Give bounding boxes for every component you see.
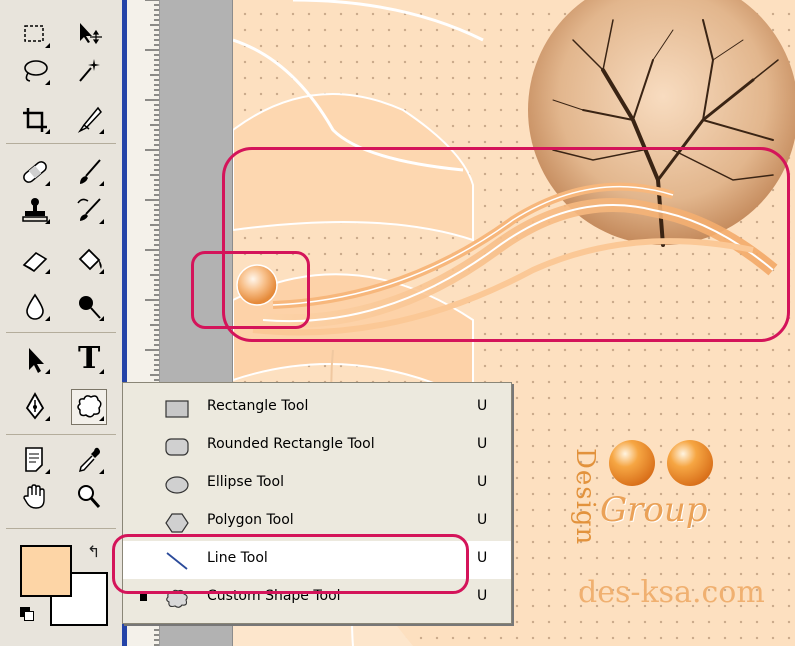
notes-tool[interactable]: [18, 443, 52, 477]
move-tool[interactable]: [72, 17, 106, 51]
eyedropper-tool[interactable]: [72, 443, 106, 477]
type-t-icon: T: [78, 341, 101, 376]
crop-tool[interactable]: [18, 103, 52, 137]
toolbox-separator: [6, 528, 116, 529]
slice-tool[interactable]: [72, 103, 106, 137]
menu-item-label: Rectangle Tool: [207, 398, 309, 414]
watermark-site-text: des-ksa.com: [578, 575, 765, 610]
magic-wand-icon: [79, 59, 100, 82]
toolbox: T ↰: [0, 0, 123, 646]
rectangle-shape-icon: [165, 400, 189, 418]
magic-wand-tool[interactable]: [72, 54, 106, 88]
swap-colors-icon[interactable]: ↰: [87, 542, 100, 561]
healing-brush-tool[interactable]: [18, 155, 52, 189]
menu-item-shortcut: U: [477, 550, 488, 566]
menu-item-shortcut: U: [477, 474, 488, 490]
menu-item-label: Ellipse Tool: [207, 474, 284, 490]
annotation-highlight-orb: [191, 251, 310, 329]
rectangular-marquee-tool[interactable]: [18, 17, 52, 51]
lasso-tool[interactable]: [18, 54, 52, 88]
toolbox-separator: [6, 143, 116, 144]
polygon-icon: [165, 513, 189, 533]
menu-item-ellipse-tool[interactable]: Ellipse Tool U: [123, 465, 511, 503]
watermark-group-text: Group: [600, 490, 708, 530]
menu-item-shortcut: U: [477, 512, 488, 528]
path-selection-tool[interactable]: [18, 343, 52, 377]
brush-tool[interactable]: [72, 155, 106, 189]
selected-bullet-icon: [140, 594, 147, 601]
hand-tool[interactable]: [18, 480, 52, 514]
menu-item-label: Rounded Rectangle Tool: [207, 436, 375, 452]
rounded-rectangle-icon: [165, 438, 189, 456]
menu-item-rounded-rectangle-tool[interactable]: Rounded Rectangle Tool U: [123, 427, 511, 465]
clone-stamp-tool[interactable]: [18, 193, 52, 227]
menu-item-label: Polygon Tool: [207, 512, 294, 528]
ellipse-icon: [165, 476, 189, 494]
move-arrow-icon: [80, 23, 102, 45]
toolbox-separator: [6, 332, 116, 333]
blur-tool[interactable]: [18, 290, 52, 324]
hand-icon: [23, 484, 45, 509]
menu-item-shortcut: U: [477, 398, 488, 414]
toolbox-separator: [6, 434, 116, 435]
history-brush-tool[interactable]: [72, 193, 106, 227]
dodge-tool[interactable]: [72, 290, 106, 324]
magnifier-icon: [78, 485, 101, 508]
zoom-tool[interactable]: [72, 480, 106, 514]
watermark-design-text: Design: [570, 448, 600, 546]
type-tool[interactable]: T: [72, 341, 106, 377]
menu-item-rectangle-tool[interactable]: Rectangle Tool U: [123, 389, 511, 427]
foreground-color-swatch[interactable]: [20, 545, 72, 597]
custom-shape-tool[interactable]: [71, 389, 107, 425]
default-colors-icon[interactable]: [20, 607, 34, 621]
logo-ball-right: [667, 440, 713, 486]
pen-tool[interactable]: [18, 390, 52, 424]
eraser-tool[interactable]: [18, 243, 52, 277]
menu-item-shortcut: U: [477, 436, 488, 452]
logo-ball-left: [609, 440, 655, 486]
paint-bucket-tool[interactable]: [72, 243, 106, 277]
menu-item-shortcut: U: [477, 588, 488, 604]
annotation-highlight-line-tool: [112, 534, 469, 594]
